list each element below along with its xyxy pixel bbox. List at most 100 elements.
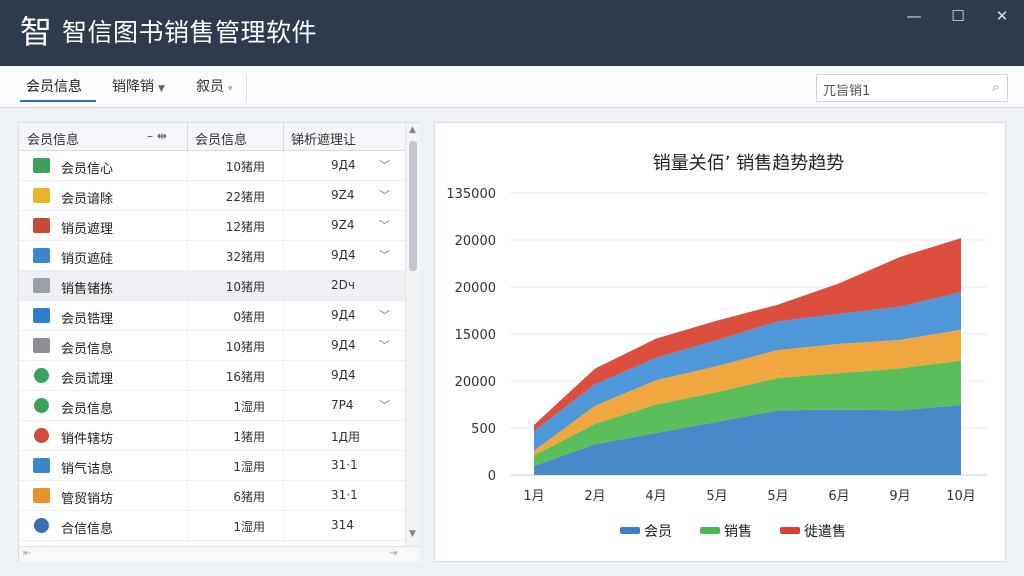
cell-divider (187, 271, 188, 301)
row-quantity: 32猪用 (225, 250, 265, 264)
row-value: 9Z4 (331, 188, 355, 202)
table-row[interactable]: 会员锆理 0猪用 9Д4 ﹀ (19, 301, 405, 331)
tab-label: 会员信息 (26, 79, 82, 95)
chevron-down-icon[interactable]: ﹀ (379, 337, 390, 353)
column-header-quantity[interactable]: 会员信息 (195, 129, 247, 148)
chevron-down-icon[interactable]: ﹀ (379, 247, 390, 263)
column-controls[interactable]: – ⇹ (147, 129, 167, 143)
row-value: 9Д4 (331, 158, 356, 172)
table-row[interactable]: 会员信息 10猪用 9Д4 ﹀ (19, 331, 405, 361)
cell-divider (187, 391, 188, 421)
x-tick-label: 4月 (645, 489, 666, 504)
row-quantity: 1湿用 (233, 460, 265, 474)
table-row[interactable]: 会员信息 1湿用 7Р4 ﹀ (19, 391, 405, 421)
cube-icon (33, 308, 50, 323)
scroll-down-icon[interactable]: ▼ (409, 529, 416, 539)
cell-divider (187, 331, 188, 361)
cell-divider (283, 361, 284, 391)
minimize-button[interactable]: — (900, 4, 928, 28)
table-row[interactable]: 会员谎理 16猪用 9Д4 (19, 361, 405, 391)
row-name: 会员信息 (61, 402, 114, 417)
y-tick-label: 15000 (455, 328, 496, 343)
row-quantity: 22猪用 (225, 190, 265, 204)
box-icon (33, 248, 50, 263)
cell-divider (283, 241, 284, 271)
tab-staff-dropdown[interactable]: 叙员 ▾ (196, 76, 246, 102)
cell-divider (187, 241, 188, 271)
chevron-down-icon[interactable]: ﹀ (379, 307, 390, 323)
column-divider[interactable] (187, 123, 188, 151)
y-tick-label: 135000 (446, 187, 496, 202)
row-value: 9Z4 (331, 218, 355, 232)
table-row[interactable]: 合信信息 1湿用 314 (19, 511, 405, 541)
toolbar: 会员信息 销降销 ▼ 叙员 ▾ 兀旨销1 ⌕ (0, 66, 1024, 108)
table-row[interactable]: 销件辖坊 1猪用 1Д用 (19, 421, 405, 451)
row-value: 7Р4 (331, 398, 354, 412)
row-name: 销气诘息 (61, 462, 114, 477)
search-value: 兀旨销1 (823, 84, 871, 99)
close-button[interactable]: ✕ (988, 4, 1016, 28)
y-tick-label: 0 (488, 469, 496, 484)
row-value: 1Д用 (331, 430, 361, 444)
row-name: 合信信息 (61, 522, 114, 537)
y-tick-label: 20000 (455, 234, 496, 249)
scroll-left-icon[interactable]: ⇤ (23, 548, 31, 559)
table-header: 会员信息 – ⇹ 会员信息 锑析遮理让 (19, 123, 405, 151)
chevron-down-icon[interactable]: ﹀ (379, 157, 390, 173)
row-name: 会员信心 (61, 162, 114, 177)
row-quantity: 10猪用 (225, 280, 265, 294)
y-tick-label: 20000 (455, 281, 496, 296)
scroll-up-icon[interactable]: ▲ (409, 125, 416, 135)
cell-divider (283, 211, 284, 241)
tab-sales-dropdown[interactable]: 销降销 ▼ (112, 76, 182, 102)
scrollbar-thumb[interactable] (409, 141, 417, 271)
legend-swatch (700, 527, 720, 534)
cell-divider (187, 151, 188, 181)
maximize-button[interactable]: ☐ (944, 4, 972, 28)
search-input[interactable]: 兀旨销1 ⌕ (816, 74, 1008, 102)
row-name: 销件辖坊 (61, 432, 114, 447)
row-value: 9Д4 (331, 308, 356, 322)
cell-divider (187, 451, 188, 481)
main-content: 会员信息 销降销 ▼ 叙员 ▾ 兀旨销1 ⌕ 会员信息 – ⇹ 会员信息 锑析遮理让… (0, 66, 1024, 576)
column-header-status[interactable]: 锑析遮理让 (291, 129, 356, 148)
row-quantity: 16猪用 (225, 370, 265, 384)
x-tick-label: 1月 (523, 489, 544, 504)
row-value: 31·1 (331, 458, 358, 472)
folder-icon (33, 488, 50, 503)
vertical-scrollbar[interactable]: ▲ ▼ (405, 123, 420, 546)
row-name: 会员谙除 (61, 192, 114, 207)
scroll-right-icon[interactable]: ⇥ (389, 548, 397, 559)
cell-divider (283, 421, 284, 451)
cell-divider (187, 211, 188, 241)
chart-title: 销量关佰ʼ 销售趋势趋势 (653, 153, 844, 174)
row-name: 会员谎理 (61, 372, 114, 387)
chevron-down-icon[interactable]: ﹀ (379, 187, 390, 203)
title-bar: 智 智信图书销售管理软件 — ☐ ✕ (0, 0, 1024, 66)
column-divider[interactable] (283, 123, 284, 151)
x-tick-label: 2月 (584, 489, 605, 504)
legend-label: 会员 (644, 524, 672, 540)
tab-member-info[interactable]: 会员信息 (20, 76, 96, 102)
column-header-member[interactable]: 会员信息 (27, 129, 79, 148)
cell-divider (187, 361, 188, 391)
row-quantity: 1猪用 (233, 430, 265, 444)
chevron-down-icon[interactable]: ﹀ (379, 397, 390, 413)
table-row[interactable]: 管贸销坊 6猪用 31·1 (19, 481, 405, 511)
cell-divider (283, 481, 284, 511)
x-tick-label: 5月 (706, 489, 727, 504)
table-row[interactable]: 销气诘息 1湿用 31·1 (19, 451, 405, 481)
table-row[interactable]: 销员遮理 12猪用 9Z4 ﹀ (19, 211, 405, 241)
table-row[interactable]: 销售锗拣 10猪用 2Dч (19, 271, 405, 301)
row-quantity: 1湿用 (233, 520, 265, 534)
chevron-down-icon[interactable]: ﹀ (379, 217, 390, 233)
table-row[interactable]: 销页遮硅 32猪用 9Д4 ﹀ (19, 241, 405, 271)
table-row[interactable]: 会员信心 10猪用 9Д4 ﹀ (19, 151, 405, 181)
search-icon[interactable]: ⌕ (992, 80, 999, 95)
cell-divider (187, 181, 188, 211)
horizontal-scrollbar[interactable]: ⇤ ⇥ (19, 546, 420, 562)
x-tick-label: 9月 (889, 489, 910, 504)
cell-divider (283, 181, 284, 211)
cell-divider (283, 451, 284, 481)
table-row[interactable]: 会员谙除 22猪用 9Z4 ﹀ (19, 181, 405, 211)
